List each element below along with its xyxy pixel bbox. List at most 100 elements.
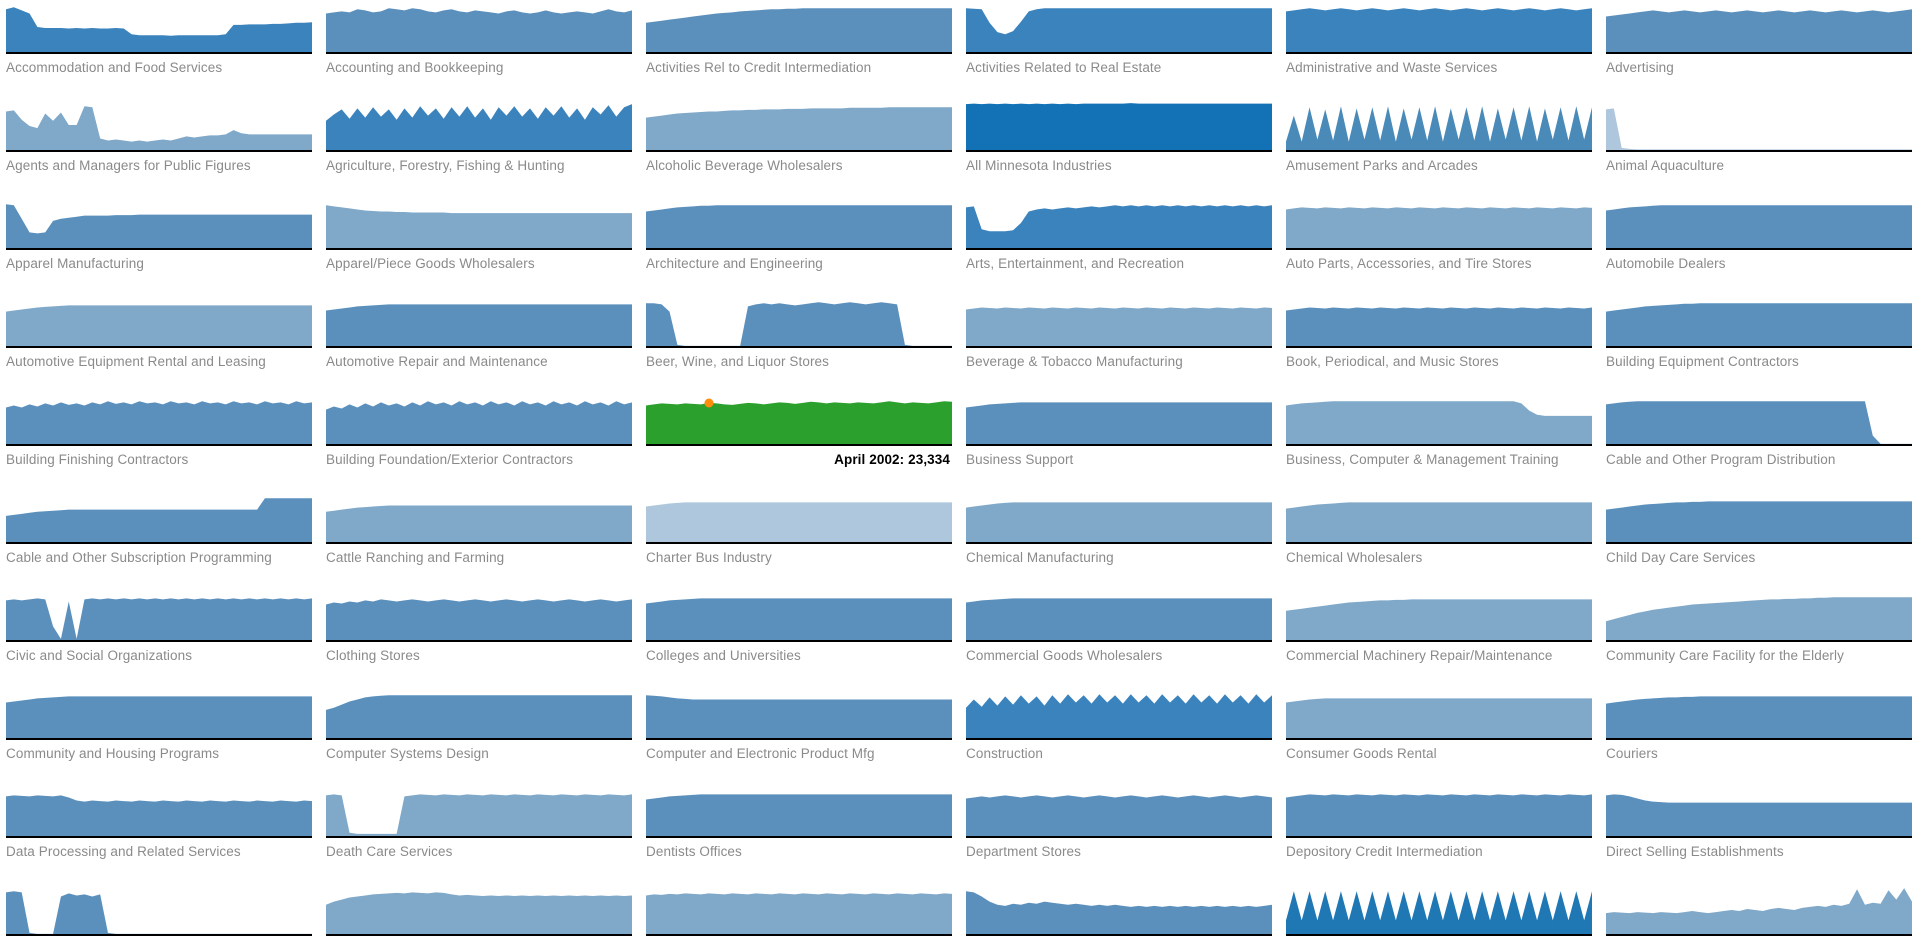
- sparkline-area-chart[interactable]: [6, 786, 312, 838]
- sparkline-cell[interactable]: Automotive Repair and Maintenance: [320, 294, 640, 392]
- sparkline-cell[interactable]: Chemical Manufacturing: [960, 490, 1280, 588]
- sparkline-cell[interactable]: Advertising: [1600, 0, 1920, 98]
- sparkline-cell[interactable]: Accommodation and Food Services: [0, 0, 320, 98]
- sparkline-cell[interactable]: Accounting and Bookkeeping: [320, 0, 640, 98]
- sparkline-area-chart[interactable]: [646, 296, 952, 348]
- sparkline-area-chart[interactable]: [326, 100, 632, 152]
- sparkline-area-chart[interactable]: [6, 590, 312, 642]
- sparkline-area-chart[interactable]: [1286, 394, 1592, 446]
- sparkline-area-chart[interactable]: [6, 394, 312, 446]
- sparkline-cell[interactable]: Animal Aquaculture: [1600, 98, 1920, 196]
- sparkline-cell[interactable]: Building Equipment Contractors: [1600, 294, 1920, 392]
- sparkline-area-chart[interactable]: [646, 198, 952, 250]
- sparkline-cell[interactable]: Department Stores: [960, 784, 1280, 882]
- sparkline-cell[interactable]: Beer, Wine, and Liquor Stores: [640, 294, 960, 392]
- sparkline-area-chart[interactable]: [1606, 198, 1912, 250]
- sparkline-area-chart[interactable]: [326, 296, 632, 348]
- sparkline-area-chart[interactable]: [6, 100, 312, 152]
- sparkline-cell[interactable]: Computer Systems Design: [320, 686, 640, 784]
- sparkline-area-chart[interactable]: [1286, 492, 1592, 544]
- sparkline-area-chart[interactable]: [646, 590, 952, 642]
- sparkline-cell[interactable]: Chemical Wholesalers: [1280, 490, 1600, 588]
- sparkline-area-chart[interactable]: [966, 786, 1272, 838]
- sparkline-area-chart[interactable]: [1606, 492, 1912, 544]
- sparkline-cell[interactable]: [0, 882, 320, 946]
- sparkline-cell[interactable]: Dentists Offices: [640, 784, 960, 882]
- sparkline-cell[interactable]: [640, 882, 960, 946]
- sparkline-cell[interactable]: Automotive Equipment Rental and Leasing: [0, 294, 320, 392]
- sparkline-area-chart[interactable]: [6, 688, 312, 740]
- sparkline-area-chart[interactable]: [646, 688, 952, 740]
- sparkline-area-chart[interactable]: [1606, 100, 1912, 152]
- sparkline-area-chart[interactable]: [966, 394, 1272, 446]
- sparkline-cell[interactable]: Business, Computer & Management Training: [1280, 392, 1600, 490]
- sparkline-area-chart[interactable]: [1286, 786, 1592, 838]
- sparkline-area-chart[interactable]: [966, 492, 1272, 544]
- sparkline-cell[interactable]: Cable and Other Program Distribution: [1600, 392, 1920, 490]
- sparkline-cell[interactable]: Commercial Goods Wholesalers: [960, 588, 1280, 686]
- sparkline-area-chart[interactable]: [1606, 884, 1912, 936]
- sparkline-cell[interactable]: Activities Related to Real Estate: [960, 0, 1280, 98]
- sparkline-cell[interactable]: April 2002: 23,334: [640, 392, 960, 490]
- sparkline-area-chart[interactable]: [6, 2, 312, 54]
- sparkline-cell[interactable]: Agents and Managers for Public Figures: [0, 98, 320, 196]
- sparkline-area-chart[interactable]: [966, 2, 1272, 54]
- sparkline-area-chart[interactable]: [966, 688, 1272, 740]
- sparkline-area-chart[interactable]: [1606, 688, 1912, 740]
- sparkline-area-chart[interactable]: [1606, 2, 1912, 54]
- sparkline-area-chart[interactable]: [1286, 688, 1592, 740]
- sparkline-cell[interactable]: [1280, 882, 1600, 946]
- sparkline-area-chart[interactable]: [6, 296, 312, 348]
- sparkline-cell[interactable]: Apparel/Piece Goods Wholesalers: [320, 196, 640, 294]
- sparkline-area-chart[interactable]: [966, 590, 1272, 642]
- sparkline-cell[interactable]: Alcoholic Beverage Wholesalers: [640, 98, 960, 196]
- sparkline-cell[interactable]: Construction: [960, 686, 1280, 784]
- sparkline-area-chart[interactable]: [326, 2, 632, 54]
- sparkline-area-chart[interactable]: [646, 2, 952, 54]
- sparkline-area-chart[interactable]: [1286, 2, 1592, 54]
- sparkline-area-chart[interactable]: [326, 786, 632, 838]
- sparkline-cell[interactable]: Direct Selling Establishments: [1600, 784, 1920, 882]
- sparkline-cell[interactable]: Cable and Other Subscription Programming: [0, 490, 320, 588]
- sparkline-area-chart[interactable]: [966, 296, 1272, 348]
- sparkline-cell[interactable]: Consumer Goods Rental: [1280, 686, 1600, 784]
- sparkline-area-chart[interactable]: [646, 394, 952, 446]
- sparkline-area-chart[interactable]: [966, 884, 1272, 936]
- sparkline-cell[interactable]: Beverage & Tobacco Manufacturing: [960, 294, 1280, 392]
- sparkline-area-chart[interactable]: [646, 492, 952, 544]
- sparkline-cell[interactable]: Agriculture, Forestry, Fishing & Hunting: [320, 98, 640, 196]
- sparkline-cell[interactable]: Apparel Manufacturing: [0, 196, 320, 294]
- sparkline-area-chart[interactable]: [6, 884, 312, 936]
- sparkline-area-chart[interactable]: [326, 198, 632, 250]
- sparkline-area-chart[interactable]: [6, 492, 312, 544]
- sparkline-cell[interactable]: Civic and Social Organizations: [0, 588, 320, 686]
- sparkline-cell[interactable]: Depository Credit Intermediation: [1280, 784, 1600, 882]
- sparkline-area-chart[interactable]: [1606, 394, 1912, 446]
- sparkline-cell[interactable]: Activities Rel to Credit Intermediation: [640, 0, 960, 98]
- sparkline-cell[interactable]: Community Care Facility for the Elderly: [1600, 588, 1920, 686]
- sparkline-area-chart[interactable]: [326, 884, 632, 936]
- sparkline-area-chart[interactable]: [326, 492, 632, 544]
- sparkline-cell[interactable]: Colleges and Universities: [640, 588, 960, 686]
- sparkline-cell[interactable]: [960, 882, 1280, 946]
- sparkline-area-chart[interactable]: [1606, 590, 1912, 642]
- sparkline-cell[interactable]: Building Finishing Contractors: [0, 392, 320, 490]
- sparkline-cell[interactable]: Administrative and Waste Services: [1280, 0, 1600, 98]
- sparkline-area-chart[interactable]: [966, 100, 1272, 152]
- sparkline-cell[interactable]: Book, Periodical, and Music Stores: [1280, 294, 1600, 392]
- sparkline-cell[interactable]: Data Processing and Related Services: [0, 784, 320, 882]
- sparkline-cell[interactable]: Clothing Stores: [320, 588, 640, 686]
- sparkline-area-chart[interactable]: [326, 590, 632, 642]
- sparkline-cell[interactable]: All Minnesota Industries: [960, 98, 1280, 196]
- sparkline-cell[interactable]: Amusement Parks and Arcades: [1280, 98, 1600, 196]
- sparkline-cell[interactable]: Cattle Ranching and Farming: [320, 490, 640, 588]
- sparkline-area-chart[interactable]: [646, 786, 952, 838]
- sparkline-cell[interactable]: [320, 882, 640, 946]
- sparkline-cell[interactable]: Charter Bus Industry: [640, 490, 960, 588]
- sparkline-area-chart[interactable]: [1286, 198, 1592, 250]
- sparkline-area-chart[interactable]: [646, 884, 952, 936]
- sparkline-cell[interactable]: Community and Housing Programs: [0, 686, 320, 784]
- sparkline-area-chart[interactable]: [326, 688, 632, 740]
- sparkline-area-chart[interactable]: [1286, 884, 1592, 936]
- sparkline-cell[interactable]: Commercial Machinery Repair/Maintenance: [1280, 588, 1600, 686]
